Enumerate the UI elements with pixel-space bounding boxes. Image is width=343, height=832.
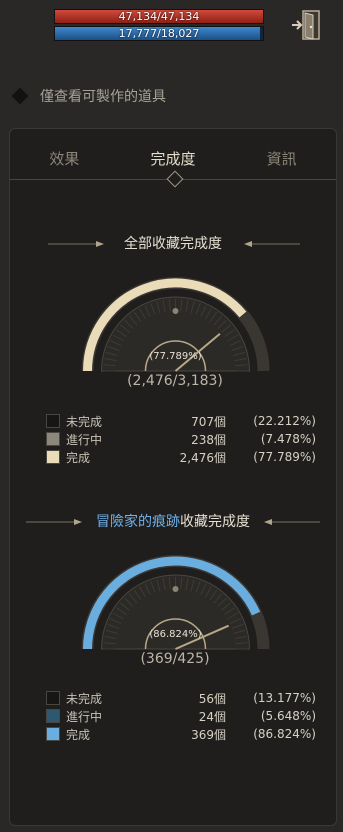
adventure-count: (369/425) <box>140 651 210 667</box>
collection-panel: 效果 完成度 資訊 全部收藏完成度 (77.789%) (2,476/3,183… <box>9 128 337 826</box>
filter-label: 僅查看可製作的道具 <box>40 89 166 105</box>
ornament-right <box>244 241 300 247</box>
mp-bar: 17,777/18,027 <box>54 26 264 41</box>
exit-door-icon <box>292 10 320 40</box>
legend-label: 未完成 <box>66 691 103 706</box>
swatch-progress <box>46 432 60 446</box>
legend-count: 707個 <box>191 414 226 429</box>
legend-row-complete: 完成 369個 (86.824%) <box>46 725 316 743</box>
ornament-right <box>264 519 320 525</box>
adventure-gauge: (86.824%) <box>78 549 273 659</box>
mp-text: 17,777/18,027 <box>118 27 200 40</box>
legend-count: 238個 <box>191 432 226 447</box>
legend-count: 369個 <box>191 727 226 742</box>
tab-info[interactable]: 資訊 <box>227 129 336 179</box>
legend-row-complete: 完成 2,476個 (77.789%) <box>46 448 316 466</box>
gauge-top-knob <box>172 586 179 592</box>
adventure-legend: 未完成 56個 (13.177%) 進行中 24個 (5.648%) 完成 36… <box>46 689 316 743</box>
legend-row-progress: 進行中 24個 (5.648%) <box>46 707 316 725</box>
legend-row-incomplete: 未完成 707個 (22.212%) <box>46 412 316 430</box>
hp-text: 47,134/47,134 <box>118 10 200 23</box>
legend-row-incomplete: 未完成 56個 (13.177%) <box>46 689 316 707</box>
legend-label: 進行中 <box>66 709 103 724</box>
swatch-complete <box>46 727 60 741</box>
overall-count: (2,476/3,183) <box>127 373 223 389</box>
legend-count: 2,476個 <box>179 450 226 465</box>
status-bars: 47,134/47,134 17,777/18,027 <box>54 9 264 43</box>
legend-percent: (77.789%) <box>253 450 316 464</box>
swatch-complete <box>46 450 60 464</box>
legend-row-progress: 進行中 238個 (7.478%) <box>46 430 316 448</box>
legend-label: 完成 <box>66 727 91 742</box>
swatch-progress <box>46 709 60 723</box>
overall-gauge-graphic <box>81 277 270 372</box>
legend-label: 完成 <box>66 450 91 465</box>
overall-percent: (77.789%) <box>149 351 202 362</box>
legend-count: 56個 <box>198 691 226 706</box>
overall-gauge: (77.789%) <box>78 271 273 381</box>
legend-percent: (86.824%) <box>253 727 316 741</box>
legend-percent: (7.478%) <box>260 432 316 446</box>
adventure-gauge-graphic <box>81 555 270 650</box>
gauge-top-knob <box>172 308 179 314</box>
overall-legend: 未完成 707個 (22.212%) 進行中 238個 (7.478%) 完成 … <box>46 412 316 466</box>
exit-button[interactable] <box>291 8 323 42</box>
legend-percent: (22.212%) <box>253 414 316 428</box>
tab-effects[interactable]: 效果 <box>10 129 119 179</box>
swatch-incomplete <box>46 414 60 428</box>
legend-count: 24個 <box>198 709 226 724</box>
legend-label: 未完成 <box>66 414 103 429</box>
adventure-title-highlight: 冒險家的痕跡 <box>96 514 180 530</box>
swatch-incomplete <box>46 691 60 705</box>
filter-checkbox[interactable] <box>11 87 29 105</box>
legend-percent: (5.648%) <box>260 709 316 723</box>
adventure-title-rest: 收藏完成度 <box>180 514 250 530</box>
hp-bar: 47,134/47,134 <box>54 9 264 24</box>
legend-percent: (13.177%) <box>253 691 316 705</box>
legend-label: 進行中 <box>66 432 103 447</box>
adventure-percent: (86.824%) <box>149 629 202 640</box>
craftable-filter[interactable]: 僅查看可製作的道具 <box>11 86 166 106</box>
